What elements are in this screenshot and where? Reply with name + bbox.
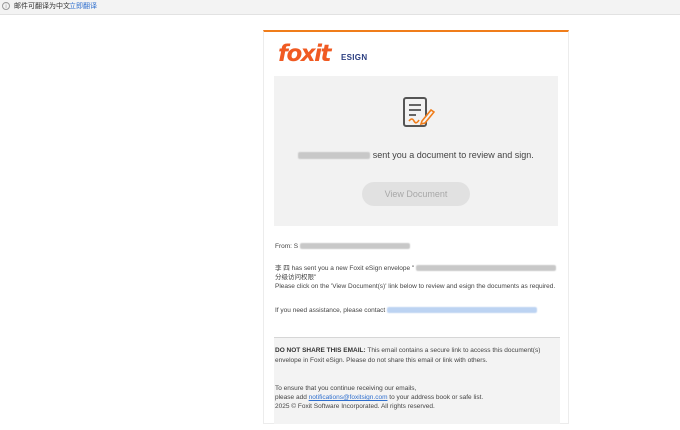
envelope-name-suffix: 分级访问权限" bbox=[275, 274, 317, 281]
hero-panel: sent you a document to review and sign. … bbox=[274, 76, 558, 226]
notifications-email-link[interactable]: notifications@foxitsign.com bbox=[309, 394, 388, 401]
add-prefix: please add bbox=[275, 394, 307, 401]
translate-now-link[interactable]: 立即翻译 bbox=[69, 1, 97, 11]
envelope-notice: 李 四 has sent you a new Foxit eSign envel… bbox=[275, 264, 561, 291]
from-line: From: S bbox=[275, 242, 561, 251]
sent-document-message: sent you a document to review and sign. bbox=[274, 150, 558, 160]
view-document-button[interactable]: View Document bbox=[362, 182, 470, 206]
copyright: 2025 © Foxit Software Incorporated. All … bbox=[275, 403, 435, 410]
instructions-text: Please click on the 'View Document(s)' l… bbox=[275, 283, 556, 290]
assistance-line: If you need assistance, please contact bbox=[275, 306, 561, 315]
sender-line: 李 四 has sent you a new Foxit eSign envel… bbox=[275, 265, 415, 272]
foxit-logo-text: foxit bbox=[278, 41, 332, 67]
esign-logo-text: ESIGN bbox=[341, 53, 368, 62]
redacted-contact-email[interactable] bbox=[387, 307, 538, 314]
email-card: foxit ESIGN sent you a document to revie… bbox=[263, 30, 569, 424]
redacted-sender-name bbox=[298, 152, 371, 160]
from-label: From: S bbox=[275, 243, 299, 250]
redacted-sender-email bbox=[299, 243, 410, 250]
share-warning-title: DO NOT SHARE THIS EMAIL: bbox=[275, 347, 366, 354]
assistance-text: If you need assistance, please contact bbox=[275, 307, 386, 314]
sent-document-text: sent you a document to review and sign. bbox=[372, 150, 534, 160]
redacted-envelope-name bbox=[416, 265, 557, 272]
info-icon: i bbox=[2, 2, 10, 10]
translation-notice: 邮件可翻译为中文 bbox=[14, 3, 70, 10]
add-suffix: to your address book or safe list. bbox=[389, 394, 484, 401]
share-warning: DO NOT SHARE THIS EMAIL: This email cont… bbox=[275, 346, 559, 366]
translation-bar: i 邮件可翻译为中文 立即翻译 bbox=[0, 0, 680, 15]
email-footer: DO NOT SHARE THIS EMAIL: This email cont… bbox=[274, 338, 560, 424]
document-sign-icon bbox=[403, 97, 435, 127]
